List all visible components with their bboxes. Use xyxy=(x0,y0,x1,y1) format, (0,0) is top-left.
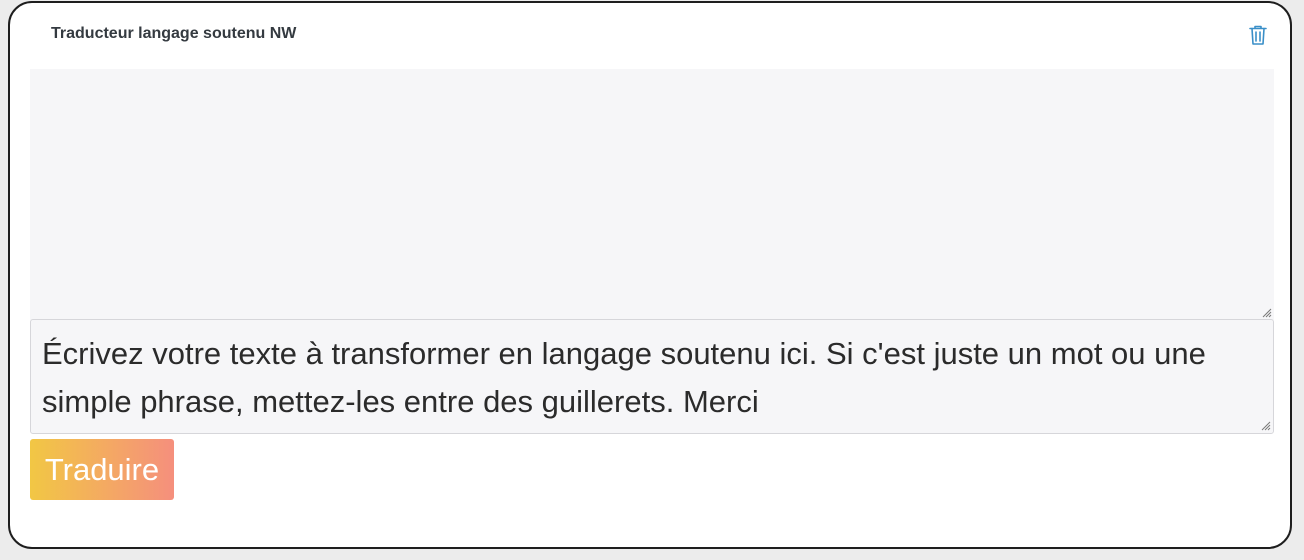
output-textarea[interactable] xyxy=(30,69,1274,320)
card-title: Traducteur langage soutenu NW xyxy=(51,25,297,42)
trash-icon[interactable] xyxy=(1247,24,1269,46)
text-input-textarea[interactable]: Écrivez votre texte à transformer en lan… xyxy=(30,319,1274,434)
translate-button[interactable]: Traduire xyxy=(30,439,174,500)
resize-grip-icon[interactable] xyxy=(1260,306,1272,318)
resize-grip-icon[interactable] xyxy=(1259,419,1271,431)
translator-card: Traducteur langage soutenu NW Écrivez vo… xyxy=(8,1,1292,549)
input-text: Écrivez votre texte à transformer en lan… xyxy=(42,336,1206,419)
